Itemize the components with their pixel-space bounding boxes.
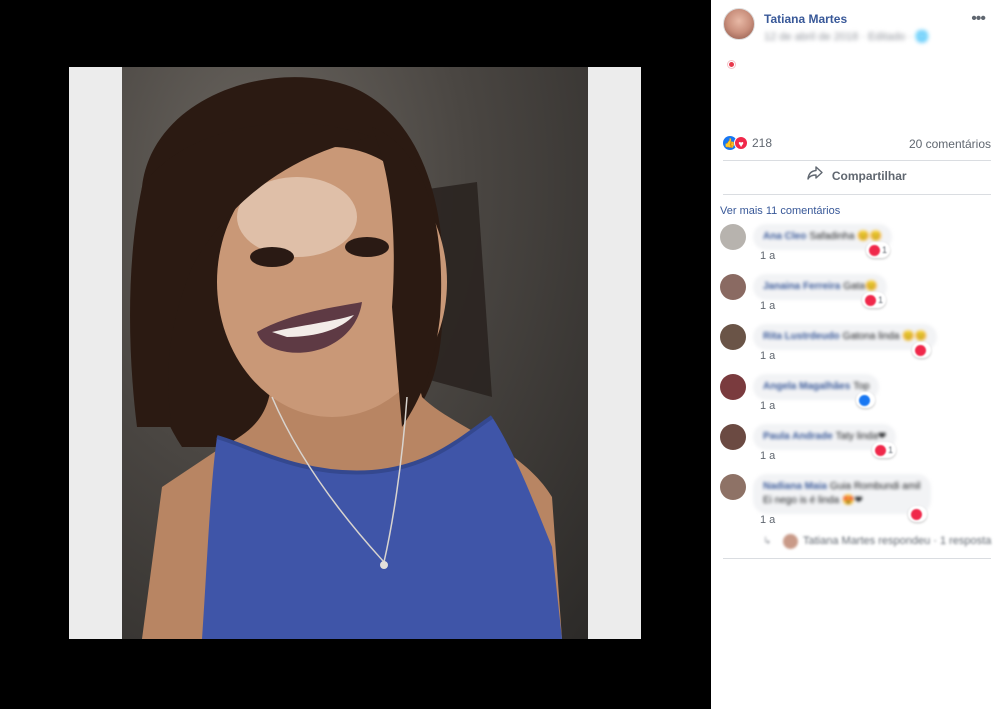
commenter-avatar[interactable] [720, 274, 746, 300]
author-avatar[interactable] [723, 8, 755, 40]
reply-summary: Tatiana Martes respondeu · 1 resposta [803, 535, 992, 547]
more-options-icon[interactable]: ••• [971, 10, 986, 28]
comment-text-line-2: Ei nego is é linda 😍❤ [763, 495, 863, 506]
post-header: Tatiana Martes 12 de abril de 2018 · Edi… [723, 8, 993, 44]
comment-time[interactable]: 1 a [760, 350, 775, 362]
divider [723, 194, 991, 195]
comment-text: Taty linda❤ [835, 431, 887, 442]
comment-reaction-badge[interactable] [908, 506, 927, 522]
comment-bubble: Nadiana Maia Guia Rombundi amil Ei nego is… [753, 474, 931, 514]
reaction-count[interactable]: 218 [752, 136, 772, 150]
photo-viewer [0, 0, 711, 709]
reaction-icons[interactable]: 👍 ♥ [723, 136, 751, 150]
post-side-panel: Tatiana Martes 12 de abril de 2018 · Edi… [711, 0, 1000, 709]
share-label: Compartilhar [831, 168, 907, 183]
comment-text: Safadinha 😊😊 [809, 231, 883, 242]
divider [723, 558, 991, 559]
commenter-name[interactable]: Rita Lustrdeudo [763, 331, 840, 342]
comment-time[interactable]: 1 a [760, 400, 775, 412]
photo-frame [69, 67, 641, 639]
comment-bubble: Rita Lustrdeudo Gatona linda 😊😊 [753, 324, 938, 350]
reactions-bar: 👍 ♥ 218 20 comentários [723, 134, 991, 152]
comment-text: Gata😊 [843, 281, 878, 292]
divider [723, 160, 991, 161]
share-button[interactable]: Compartilhar [723, 166, 991, 192]
comment-reaction-badge[interactable]: 1 [862, 292, 887, 308]
comment-time[interactable]: 1 a [760, 514, 775, 526]
comment-reaction-count: 1 [882, 245, 888, 255]
view-replies-link[interactable]: ↳ Tatiana Martes respondeu · 1 resposta [763, 534, 993, 550]
commenter-avatar[interactable] [720, 224, 746, 250]
comment-time[interactable]: 1 a [760, 300, 775, 312]
commenter-name[interactable]: Paula Andrade [763, 431, 833, 442]
comment-text: Guia Rombundi amil [829, 481, 921, 492]
comment-reaction-badge[interactable] [856, 392, 875, 408]
comment-time[interactable]: 1 a [760, 450, 775, 462]
comment-reaction-count: 1 [888, 445, 894, 455]
commenter-avatar[interactable] [720, 424, 746, 450]
post-timestamp[interactable]: 12 de abril de 2018 · Editado · 🌐 [764, 30, 929, 43]
reply-avatar [783, 534, 798, 549]
post-photo[interactable] [122, 67, 588, 639]
commenter-name[interactable]: Janaina Ferreira [763, 281, 840, 292]
comment-reaction-badge[interactable]: 1 [872, 442, 897, 458]
author-name[interactable]: Tatiana Martes [764, 12, 847, 26]
globe-icon: 🌐 [915, 31, 929, 43]
love-reaction-icon: ♥ [734, 136, 748, 150]
commenter-name[interactable]: Nadiana Maia [763, 481, 827, 492]
commenter-avatar[interactable] [720, 474, 746, 500]
comment-text: Gatona linda 😊😊 [842, 331, 928, 342]
comments-count-link[interactable]: 20 comentários [909, 137, 991, 151]
comment-time[interactable]: 1 a [760, 250, 775, 262]
comment-reaction-badge[interactable]: 1 [866, 242, 891, 258]
comment-text: Top [853, 381, 870, 392]
commenter-name[interactable]: Angela Magalhães [763, 381, 850, 392]
heart-emoji-icon [728, 61, 735, 68]
commenter-name[interactable]: Ana Cleo [763, 231, 806, 242]
see-more-comments-link[interactable]: Ver mais 11 comentários [720, 205, 840, 217]
reply-arrow-icon: ↳ [763, 536, 772, 547]
commenter-avatar[interactable] [720, 374, 746, 400]
comment-reaction-count: 1 [878, 295, 884, 305]
commenter-avatar[interactable] [720, 324, 746, 350]
portrait-illustration [130, 77, 562, 639]
share-arrow-icon [807, 166, 824, 185]
comment-reaction-badge[interactable] [912, 342, 931, 358]
post-meta-text: 12 de abril de 2018 · Editado · [764, 31, 912, 43]
